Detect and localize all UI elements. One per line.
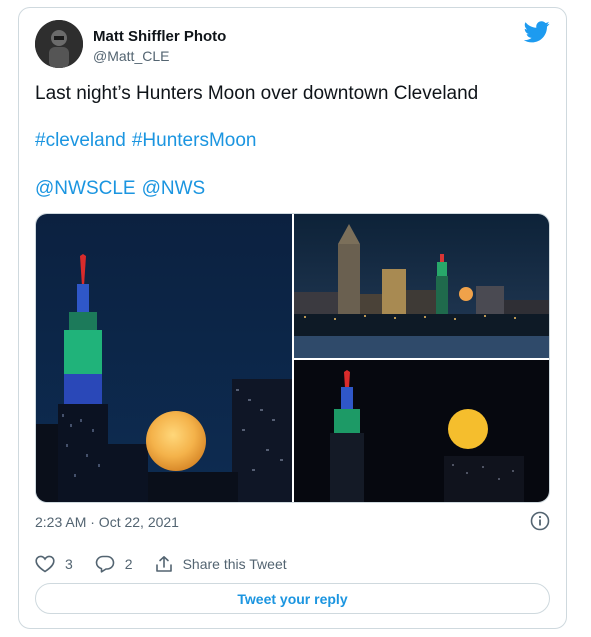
- like-count: 3: [65, 556, 73, 572]
- tweet-actions: 3 2 Share this Tweet: [35, 553, 309, 575]
- share-icon: [155, 556, 172, 572]
- info-icon[interactable]: [530, 511, 550, 531]
- photo-tower-night-moon[interactable]: [294, 360, 550, 503]
- share-label: Share this Tweet: [182, 556, 287, 572]
- twitter-bird-icon[interactable]: [524, 21, 550, 43]
- mention-link[interactable]: @NWSCLE: [35, 178, 136, 199]
- media-divider: [294, 358, 549, 360]
- like-button[interactable]: 3: [35, 555, 73, 573]
- reply-count: 2: [124, 556, 133, 572]
- hashtag-link[interactable]: #cleveland: [35, 130, 126, 151]
- heart-icon: [35, 555, 55, 573]
- photo-skyline-moon[interactable]: [294, 214, 550, 358]
- mention-link[interactable]: @NWS: [142, 178, 206, 199]
- hashtags: #cleveland #HuntersMoon: [35, 130, 262, 152]
- tweet-timestamp[interactable]: 2:23 AM · Oct 22, 2021: [35, 514, 179, 530]
- mentions: @NWSCLE @NWS: [35, 178, 211, 200]
- hashtag-link[interactable]: #HuntersMoon: [132, 130, 257, 151]
- media-grid: [35, 213, 550, 503]
- photo-tower-moon[interactable]: [36, 214, 292, 503]
- avatar[interactable]: [35, 20, 83, 68]
- tweet-your-reply-button[interactable]: Tweet your reply: [35, 583, 550, 614]
- share-button[interactable]: Share this Tweet: [155, 555, 287, 573]
- author-handle[interactable]: @Matt_CLE: [93, 48, 169, 64]
- tweet-text: Last night’s Hunters Moon over downtown …: [35, 83, 479, 104]
- reply-button[interactable]: 2: [95, 555, 133, 573]
- tweet-card: Matt Shiffler Photo @Matt_CLE Last night…: [18, 7, 567, 629]
- author-display-name[interactable]: Matt Shiffler Photo: [93, 28, 226, 45]
- reply-bubble-icon: [95, 555, 115, 573]
